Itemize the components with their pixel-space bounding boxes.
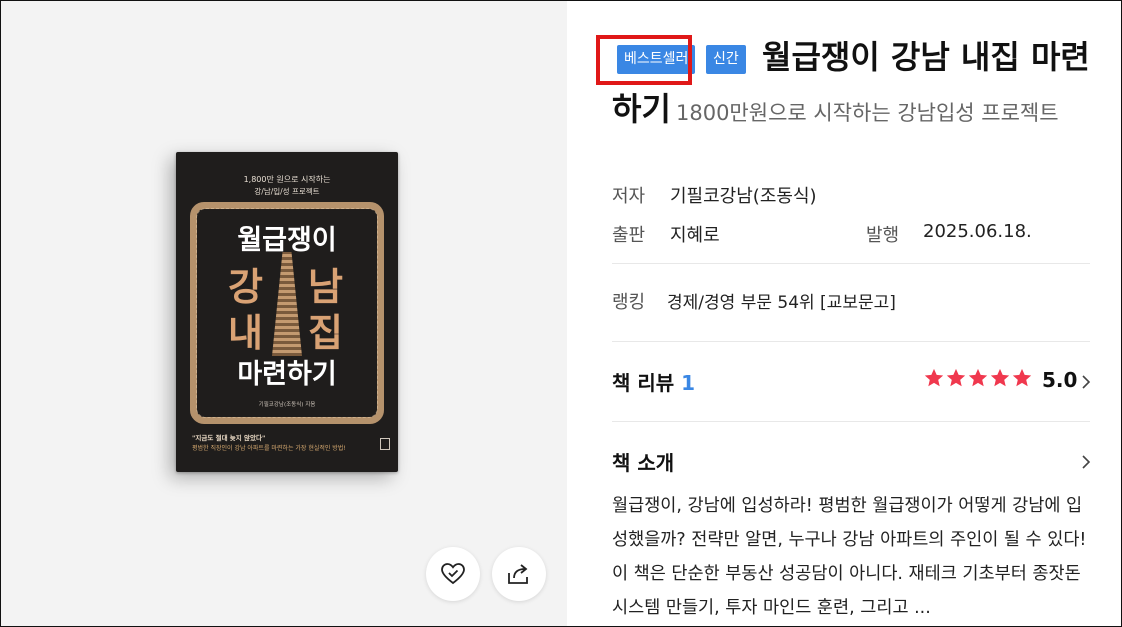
- cover-title-line4: 마련하기: [237, 359, 337, 390]
- star-rating: [923, 367, 1033, 389]
- book-info-panel: 월급쟁이 강남 내집 마련하기 1800만원으로 시작하는 강남입성 프로젝트 …: [567, 1, 1121, 626]
- star-icon: [1012, 368, 1032, 387]
- cover-quote: "지금도 절대 늦지 않았다": [192, 434, 266, 442]
- highlight-annotation: [596, 35, 692, 85]
- book-review-label: 책 리뷰: [612, 371, 675, 395]
- review-count: 1: [681, 371, 696, 395]
- cover-author: 기필코강남(조동식) 지음: [258, 402, 316, 408]
- cover-title-line1: 월급쟁이: [237, 225, 337, 256]
- ranking-value: 경제/경영 부문 54위 [교보문고]: [667, 293, 896, 313]
- book-intro-text: 월급쟁이, 강남에 입성하라! 평범한 월급쟁이가 어떻게 강남에 입성했을까?…: [612, 496, 1087, 618]
- divider: [612, 421, 1090, 422]
- star-icon: [990, 368, 1010, 387]
- book-subtitle: 1800만원으로 시작하는 강남입성 프로젝트: [675, 101, 1059, 125]
- share-button[interactable]: [492, 547, 546, 601]
- rating-value: 5.0: [1042, 368, 1078, 392]
- cover-subline: 평범한 직장인이 강남 아파트를 마련하는 가장 현실적인 방법!: [192, 445, 346, 452]
- author-value[interactable]: 기필코강남(조동식): [670, 182, 817, 208]
- publish-date-value: 2025.06.18.: [923, 221, 1032, 242]
- cover-panel: 1,800만 원으로 시작하는 강/남/입/성 프로젝트 월급쟁이 강 남 내 …: [1, 1, 567, 626]
- new-release-badge: 신간: [706, 45, 746, 74]
- author-label: 저자: [612, 186, 646, 207]
- publisher-value[interactable]: 지혜로: [670, 221, 720, 247]
- share-icon: [508, 564, 528, 584]
- star-icon: [946, 368, 966, 387]
- book-cover-image[interactable]: 1,800만 원으로 시작하는 강/남/입/성 프로젝트 월급쟁이 강 남 내 …: [176, 152, 398, 472]
- cover-top-line1: 1,800만 원으로 시작하는: [243, 175, 331, 184]
- divider: [612, 341, 1090, 342]
- heart-check-icon: [441, 563, 465, 585]
- book-intro-label: 책 소개: [612, 451, 675, 475]
- cover-title-big: 내: [228, 311, 263, 355]
- book-review-link[interactable]: 책 리뷰 1: [612, 367, 695, 396]
- cover-title-big: 집: [308, 311, 343, 355]
- chevron-right-icon[interactable]: [1081, 374, 1091, 390]
- publish-date-label: 발행: [866, 225, 900, 246]
- publisher-logo: [380, 438, 390, 450]
- cover-top-line2: 강/남/입/성 프로젝트: [254, 187, 320, 196]
- star-icon: [968, 368, 988, 387]
- publisher-label: 출판: [612, 225, 646, 246]
- ranking-label: 랭킹: [612, 292, 646, 313]
- star-icon: [924, 368, 944, 387]
- wishlist-button[interactable]: [426, 547, 480, 601]
- divider: [612, 263, 1090, 264]
- chevron-right-icon[interactable]: [1081, 454, 1091, 470]
